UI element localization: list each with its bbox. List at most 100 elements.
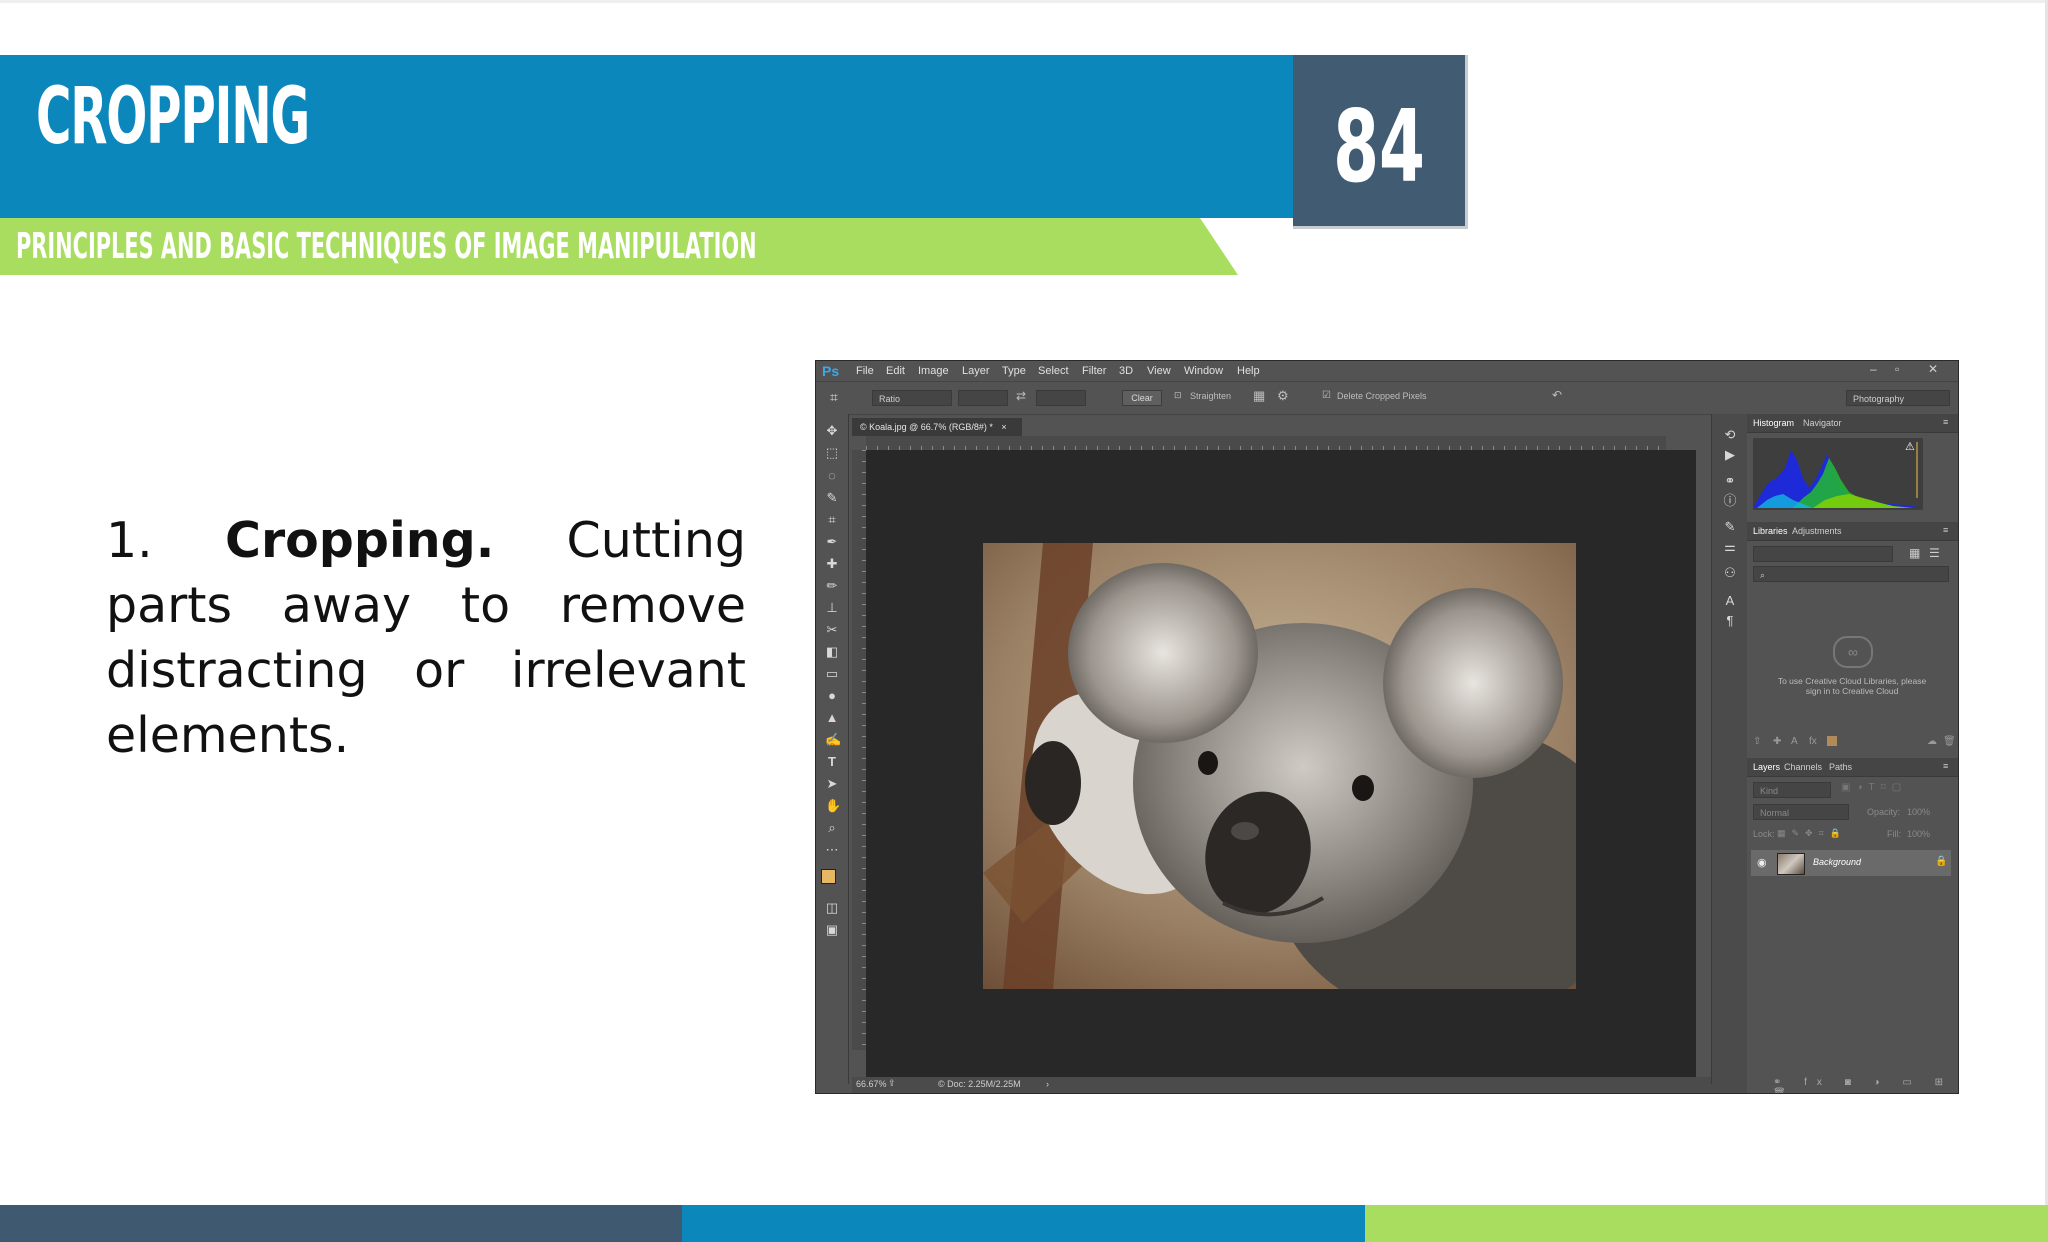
menu-window[interactable]: Window <box>1184 365 1223 377</box>
menu-type[interactable]: Type <box>1002 365 1026 377</box>
visibility-eye-icon[interactable]: ◉ <box>1757 856 1767 869</box>
upload-icon[interactable]: ⇧ <box>1753 736 1761 747</box>
dodge-tool-icon[interactable]: ▲ <box>825 711 839 725</box>
zoom-tool-icon[interactable]: ⌕ <box>825 821 839 835</box>
blend-mode-select[interactable]: Normal <box>1753 804 1849 820</box>
eyedropper-tool-icon[interactable]: ✒ <box>825 535 839 549</box>
menu-view[interactable]: View <box>1147 365 1171 377</box>
width-field[interactable] <box>958 390 1008 406</box>
document-tab[interactable]: © Koala.jpg @ 66.7% (RGB/8#) * × <box>852 418 1022 436</box>
libraries-panel-header: Libraries Adjustments ≡ <box>1747 522 1958 541</box>
library-trash-icon[interactable]: 🗑 <box>1943 736 1956 747</box>
type-tool-icon[interactable]: T <box>825 755 839 769</box>
path-select-icon[interactable]: ➤ <box>825 777 839 791</box>
delete-cropped-checkbox[interactable]: ☑ <box>1322 390 1331 401</box>
clear-button[interactable]: Clear <box>1122 390 1162 406</box>
lock-icons[interactable]: ▦✎✥⌗🔒 <box>1777 828 1847 839</box>
char-style-icon[interactable]: A <box>1791 736 1798 747</box>
healing-tool-icon[interactable]: ✚ <box>825 557 839 571</box>
ratio-select[interactable]: Ratio <box>872 390 952 406</box>
overlay-grid-icon[interactable]: ▦ <box>1253 388 1265 404</box>
swap-icon[interactable]: ⇄ <box>1016 389 1026 403</box>
blur-tool-icon[interactable]: ● <box>825 689 839 703</box>
menu-layer[interactable]: Layer <box>962 365 990 377</box>
actions-panel-icon[interactable]: ▶ <box>1723 448 1737 462</box>
koala-photo <box>983 543 1576 989</box>
crop-tool-icon[interactable]: ⌗ <box>825 513 839 527</box>
crop-tool-icon[interactable]: ⌗ <box>830 389 838 406</box>
layer-style-icon[interactable]: fx <box>1809 736 1817 747</box>
channels-tab[interactable]: Channels <box>1784 762 1822 772</box>
screen-mode-icon[interactable]: ▣ <box>825 923 839 937</box>
move-tool-icon[interactable]: ✥ <box>825 424 839 438</box>
panel-menu-icon[interactable]: ≡ <box>1943 761 1948 771</box>
close-icon[interactable]: ✕ <box>1928 362 1938 376</box>
library-select[interactable] <box>1753 546 1893 562</box>
menu-select[interactable]: Select <box>1038 365 1069 377</box>
layer-actions[interactable]: ⚭ fx ◙ ◑ ▭ ⊞ 🗑 <box>1773 1077 1953 1093</box>
adjust-panel-icon[interactable]: ⚌ <box>1723 540 1737 554</box>
gradient-tool-icon[interactable]: ▭ <box>825 667 839 681</box>
settings-gear-icon[interactable]: ⚙ <box>1277 388 1289 404</box>
brush-panel-icon[interactable]: ✎ <box>1723 520 1737 534</box>
history-panel-icon[interactable]: ⟲ <box>1723 428 1737 442</box>
list-view-icon[interactable]: ☰ <box>1929 546 1940 560</box>
lasso-tool-icon[interactable]: ◌ <box>825 469 839 483</box>
status-chevron-icon[interactable]: › <box>1046 1079 1049 1089</box>
libraries-tab[interactable]: Libraries <box>1753 526 1788 536</box>
menu-filter[interactable]: Filter <box>1082 365 1106 377</box>
character-panel-icon[interactable]: A <box>1723 594 1737 608</box>
straighten-label[interactable]: Straighten <box>1190 391 1231 401</box>
menu-help[interactable]: Help <box>1237 365 1260 377</box>
history-brush-icon[interactable]: ✂ <box>825 623 839 637</box>
menu-3d[interactable]: 3D <box>1119 365 1133 377</box>
color-swatch-icon[interactable] <box>1827 736 1837 746</box>
workspace-select[interactable]: Photography <box>1846 390 1950 406</box>
hand-tool-icon[interactable]: ✋ <box>825 799 841 813</box>
panel-menu-icon[interactable]: ≡ <box>1943 417 1948 427</box>
reset-icon[interactable]: ↶ <box>1552 388 1562 402</box>
stamp-tool-icon[interactable]: ⊥ <box>825 601 839 615</box>
foreground-color-swatch[interactable] <box>821 869 836 884</box>
properties-panel-icon[interactable]: ⚭ <box>1723 474 1737 488</box>
height-field[interactable] <box>1036 390 1086 406</box>
vertical-ruler <box>852 450 866 1050</box>
slide-title: CROPPING <box>36 72 310 162</box>
layer-filter-icons[interactable]: ▣◑T⌑▢ <box>1841 782 1951 793</box>
menu-image[interactable]: Image <box>918 365 949 377</box>
info-panel-icon[interactable]: ⓘ <box>1723 494 1737 508</box>
document-close-icon[interactable]: × <box>1001 422 1006 432</box>
library-search-input[interactable]: ⌕ <box>1753 566 1949 582</box>
brush-tool-icon[interactable]: ✏ <box>825 579 839 593</box>
layer-row-background[interactable]: ◉ Background 🔒 <box>1751 850 1951 876</box>
menu-file[interactable]: File <box>856 365 874 377</box>
zoom-level[interactable]: 66.67% <box>856 1079 887 1089</box>
marquee-tool-icon[interactable]: ⬚ <box>825 446 839 460</box>
add-graphic-icon[interactable]: ✚ <box>1773 736 1781 747</box>
navigator-tab[interactable]: Navigator <box>1803 418 1842 428</box>
layers-tab[interactable]: Layers <box>1753 762 1780 772</box>
more-tools-icon[interactable]: ⋯ <box>825 843 839 857</box>
paths-tab[interactable]: Paths <box>1829 762 1852 772</box>
opacity-value[interactable]: 100% <box>1907 807 1930 817</box>
export-icon[interactable]: ⇪ <box>888 1078 896 1089</box>
bullet-point: 1. Cropping. Cutting parts away to remov… <box>106 508 746 768</box>
fill-value[interactable]: 100% <box>1907 829 1930 839</box>
layer-kind-filter[interactable]: Kind <box>1753 782 1831 798</box>
adjustments-tab[interactable]: Adjustments <box>1792 526 1842 536</box>
maximize-icon[interactable]: ▫ <box>1895 362 1899 376</box>
warning-icon[interactable]: ⚠ <box>1905 440 1915 453</box>
straighten-icon[interactable]: ⊡ <box>1174 390 1182 401</box>
quick-select-tool-icon[interactable]: ✎ <box>825 491 839 505</box>
grid-view-icon[interactable]: ▦ <box>1909 546 1920 560</box>
cc-sync-icon[interactable]: ☁ <box>1927 736 1937 747</box>
minimize-icon[interactable]: – <box>1870 362 1877 376</box>
quick-mask-icon[interactable]: ◫ <box>825 901 839 915</box>
pen-tool-icon[interactable]: ✍ <box>825 733 841 747</box>
clone-panel-icon[interactable]: ⚇ <box>1723 566 1737 580</box>
histogram-tab[interactable]: Histogram <box>1753 418 1794 428</box>
menu-edit[interactable]: Edit <box>886 365 905 377</box>
eraser-tool-icon[interactable]: ◧ <box>825 645 839 659</box>
panel-menu-icon[interactable]: ≡ <box>1943 525 1948 535</box>
paragraph-panel-icon[interactable]: ¶ <box>1723 614 1737 628</box>
